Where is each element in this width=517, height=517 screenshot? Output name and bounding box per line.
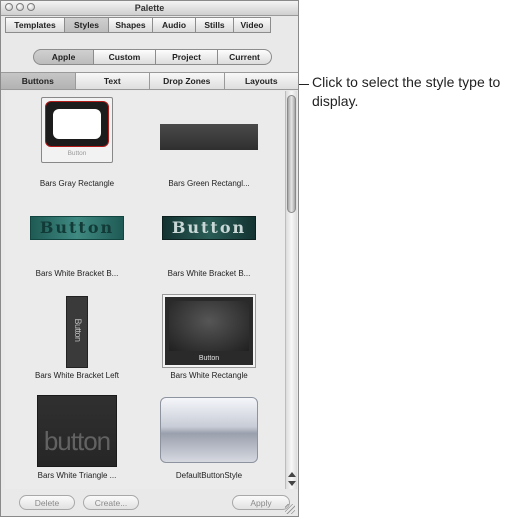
style-thumbnail — [160, 124, 258, 150]
source-apple-button[interactable]: Apple — [33, 49, 94, 65]
style-item-label: Bars White Bracket B... — [35, 269, 119, 278]
style-type-buttons[interactable]: Buttons — [1, 73, 76, 89]
style-item-label: Bars White Bracket B... — [167, 269, 251, 278]
style-item[interactable]: button Bars White Triangle ... — [17, 391, 137, 489]
delete-button[interactable]: Delete — [19, 495, 75, 510]
tab-shapes[interactable]: Shapes — [109, 17, 153, 33]
style-item-label: DefaultButtonStyle — [175, 471, 243, 480]
tab-stills[interactable]: Stills — [196, 17, 234, 33]
style-item-label: Bars White Bracket Left — [34, 371, 120, 380]
style-item-label: Bars Gray Rectangle — [39, 179, 115, 188]
callout-leader-line — [299, 84, 309, 85]
title-bar[interactable]: Palette — [1, 1, 298, 16]
style-thumbnail: Button — [41, 97, 113, 163]
thumbnail-caption: Button — [198, 355, 220, 362]
thumbnail-caption: Button — [39, 218, 115, 237]
create-button[interactable]: Create... — [83, 495, 139, 510]
thumbnail-caption: Button — [171, 218, 247, 237]
style-item-label: Bars White Triangle ... — [37, 471, 117, 480]
source-current-button[interactable]: Current — [218, 49, 272, 65]
style-item-label: Bars Green Rectangl... — [168, 179, 250, 188]
source-selector: Apple Custom Project Current — [33, 49, 272, 65]
style-thumbnail: Button — [162, 294, 256, 368]
style-type-layouts[interactable]: Layouts — [224, 73, 298, 89]
tab-styles[interactable]: Styles — [65, 17, 109, 33]
style-type-tabs: Buttons Text Drop Zones Layouts — [1, 72, 298, 90]
palette-tabs: Templates Styles Shapes Audio Stills Vid… — [5, 17, 294, 33]
tab-audio[interactable]: Audio — [153, 17, 196, 33]
palette-window: Palette Templates Styles Shapes Audio St… — [0, 0, 299, 517]
tab-templates[interactable]: Templates — [5, 17, 65, 33]
style-type-drop-zones[interactable]: Drop Zones — [150, 73, 225, 89]
thumbnail-caption: button — [43, 426, 111, 456]
style-item[interactable]: Button Bars White Rectangle — [149, 291, 269, 387]
resize-grip-icon[interactable] — [285, 504, 295, 514]
style-thumbnail: Button — [162, 216, 256, 240]
style-thumbnail: button — [37, 395, 117, 467]
styles-grid: Button Bars Gray Rectangle Bars Green Re… — [5, 91, 285, 489]
scrollbar-thumb[interactable] — [287, 95, 296, 213]
style-item[interactable]: Button Bars White Bracket B... — [149, 207, 269, 287]
tab-video[interactable]: Video — [234, 17, 271, 33]
style-thumbnail — [160, 397, 258, 463]
style-item[interactable]: DefaultButtonStyle — [149, 391, 269, 489]
scroll-up-arrow-icon[interactable] — [288, 472, 296, 477]
style-item[interactable]: Button Bars White Bracket B... — [17, 207, 137, 287]
style-type-text[interactable]: Text — [75, 73, 150, 89]
style-item[interactable]: Bars Green Rectangl... — [149, 95, 269, 195]
thumbnail-caption: Button — [67, 150, 87, 157]
style-item[interactable]: Button Bars White Bracket Left — [17, 291, 137, 387]
style-thumbnail: Button — [66, 296, 88, 368]
bottom-bar: Delete Create... Apply — [1, 489, 298, 516]
scroll-down-arrow-icon[interactable] — [288, 481, 296, 486]
source-custom-button[interactable]: Custom — [94, 49, 156, 65]
vertical-scrollbar[interactable] — [285, 91, 297, 489]
source-project-button[interactable]: Project — [156, 49, 218, 65]
callout-text: Click to select the style type to displa… — [312, 74, 501, 109]
style-item[interactable]: Button Bars Gray Rectangle — [17, 95, 137, 195]
thumbnail-caption: Button — [73, 318, 83, 342]
style-thumbnail: Button — [30, 216, 124, 240]
apply-button[interactable]: Apply — [232, 495, 290, 510]
window-title: Palette — [134, 3, 165, 13]
style-item-label: Bars White Rectangle — [170, 371, 248, 380]
